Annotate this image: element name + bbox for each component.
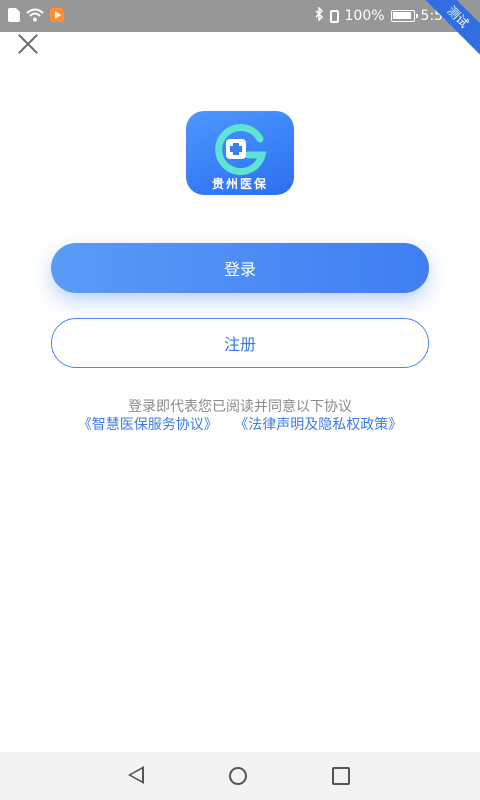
play-icon bbox=[50, 8, 64, 22]
app-logo: 贵州医保 bbox=[186, 111, 294, 195]
status-bar: 100% 5:53 测试 bbox=[0, 0, 480, 59]
service-agreement-link[interactable]: 《智慧医保服务协议》 bbox=[78, 417, 218, 433]
register-button[interactable]: 注册 bbox=[51, 318, 429, 368]
recent-apps-icon[interactable] bbox=[332, 767, 350, 785]
close-icon[interactable] bbox=[14, 30, 42, 58]
status-left-icons bbox=[8, 8, 64, 22]
wifi-icon bbox=[26, 8, 44, 22]
back-icon[interactable] bbox=[128, 766, 144, 784]
agreement-text: 登录即代表您已阅读并同意以下协议 bbox=[128, 399, 352, 415]
navigation-bar bbox=[0, 752, 480, 800]
login-button[interactable]: 登录 bbox=[51, 243, 429, 293]
bluetooth-icon bbox=[314, 6, 324, 25]
privacy-policy-link[interactable]: 《法律声明及隐私权政策》 bbox=[234, 417, 402, 433]
battery-icon bbox=[390, 10, 418, 22]
vibrate-icon bbox=[329, 9, 339, 23]
agreement-links: 《智慧医保服务协议》 《法律声明及隐私权政策》 bbox=[0, 414, 480, 434]
battery-percent: 100% bbox=[344, 8, 385, 24]
status-right-icons: 100% 5:53 bbox=[314, 6, 452, 25]
sim-icon bbox=[8, 8, 20, 22]
logo-text: 贵州医保 bbox=[211, 177, 268, 191]
medical-cross-logo-icon bbox=[215, 124, 267, 175]
home-icon[interactable] bbox=[229, 767, 247, 785]
